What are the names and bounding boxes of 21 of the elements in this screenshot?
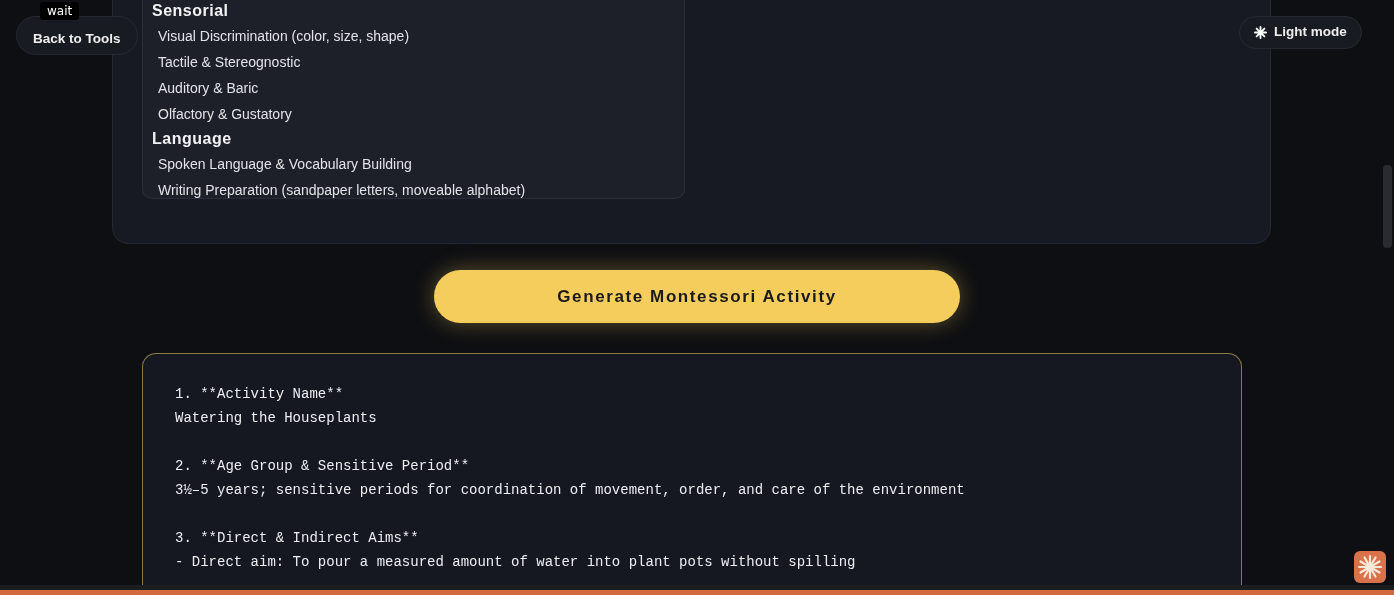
category-option[interactable]: Tactile & Stereognostic — [152, 49, 301, 75]
category-option[interactable]: Olfactory & Gustatory — [152, 101, 292, 127]
scrollbar-thumb[interactable] — [1383, 165, 1392, 248]
output-text: 1. **Activity Name** — [175, 385, 344, 404]
output-text: 3½–5 years; sensitive periods for coordination of movement, order, and care of the environment — [175, 481, 965, 500]
category-option[interactable]: Writing Preparation (sandpaper letters, moveable alphabet) — [152, 177, 526, 198]
category-option[interactable]: Spoken Language & Vocabulary Building — [152, 151, 412, 177]
sun-icon — [1254, 26, 1267, 39]
output-text: - Direct aim: To pour a measured amount of water into plant pots without spilling — [175, 553, 856, 572]
output-text: 2. **Age Group & Sensitive Period** — [175, 457, 470, 476]
back-button[interactable]: Back to Tools — [16, 16, 138, 55]
category-option[interactable]: Visual Discrimination (color, size, shape) — [152, 23, 410, 49]
category-heading: Sensorial — [152, 1, 229, 21]
generate-button[interactable]: Generate Montessori Activity — [434, 270, 960, 323]
output-text: Watering the Houseplants — [175, 409, 377, 428]
output-text: 3. **Direct & Indirect Aims** — [175, 529, 419, 548]
starburst-app-icon[interactable] — [1354, 551, 1386, 583]
tooltip: wait — [40, 2, 80, 20]
theme-toggle-button[interactable]: Light mode — [1239, 16, 1362, 49]
category-option[interactable]: Auditory & Baric — [152, 75, 259, 101]
category-heading: Language — [152, 129, 232, 149]
